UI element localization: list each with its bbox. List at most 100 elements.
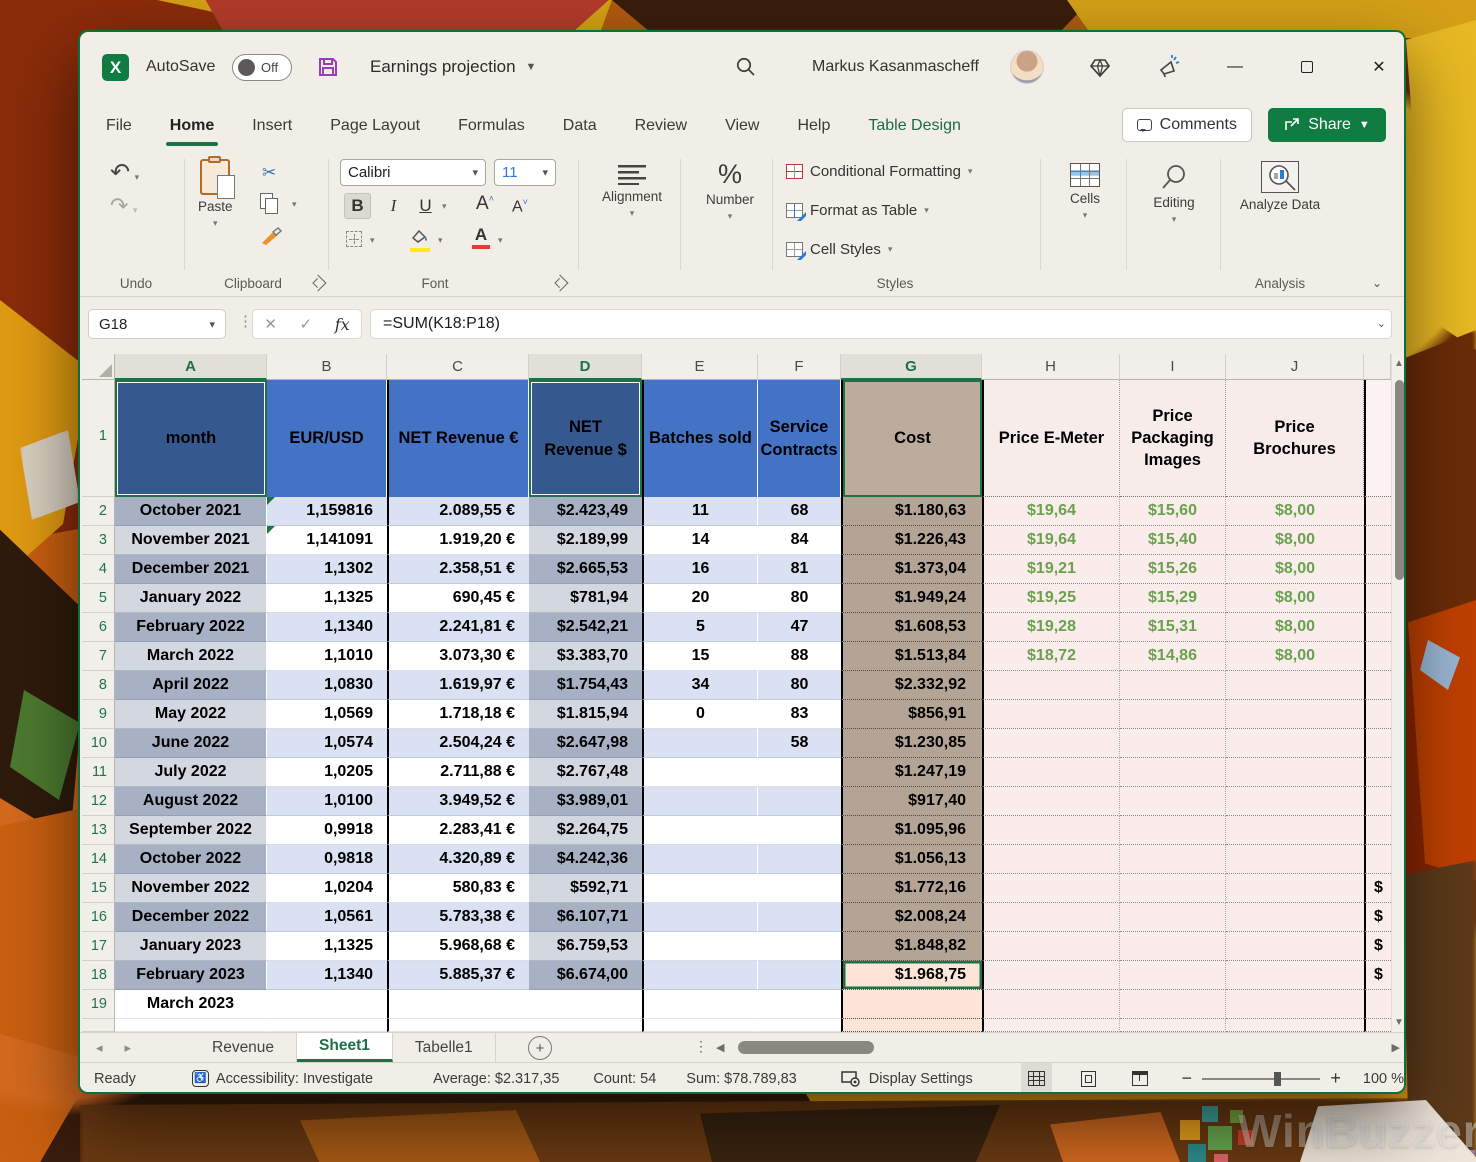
column-header-K-partial[interactable] [1364,354,1391,380]
whats-new-megaphone-icon[interactable] [1156,54,1182,80]
cell-I9[interactable] [1120,700,1226,729]
cell-H18[interactable] [982,961,1120,990]
page-layout-view-button[interactable] [1072,1063,1104,1095]
cell-J19[interactable] [1226,990,1364,1019]
editing-group-button[interactable]: Editing ▾ [1136,163,1212,225]
font-size-combo[interactable]: 11▾ [494,159,556,186]
cell-D6[interactable]: $2.542,21 [529,613,642,642]
cell-F14[interactable] [758,845,841,874]
formula-bar-expand-chevron[interactable]: ⌄ [1377,317,1386,330]
share-button[interactable]: Share ▼ [1268,108,1386,142]
cell-C11[interactable]: 2.711,88 € [387,758,529,787]
cell-H4[interactable]: $19,21 [982,555,1120,584]
cell-H8[interactable] [982,671,1120,700]
cell-F16[interactable] [758,903,841,932]
cell-I18[interactable] [1120,961,1226,990]
vertical-scrollbar[interactable]: ▲ ▼ [1391,354,1406,1032]
cell-B4[interactable]: 1,1302 [267,555,387,584]
table-header-price-e-meter[interactable]: Price E-Meter [982,380,1120,497]
vertical-scrollbar-thumb[interactable] [1395,380,1404,580]
cell-A5[interactable]: January 2022 [115,584,267,613]
cell-H14[interactable] [982,845,1120,874]
cell-G4[interactable]: $1.373,04 [841,555,982,584]
underline-button[interactable]: U [412,193,439,219]
cell-B18[interactable]: 1,1340 [267,961,387,990]
ribbon-collapse-chevron[interactable]: ⌄ [1372,276,1382,290]
cell-A12[interactable]: August 2022 [115,787,267,816]
cell-B14[interactable]: 0,9818 [267,845,387,874]
cell-B15[interactable]: 1,0204 [267,874,387,903]
column-header-F[interactable]: F [758,354,841,380]
cell-G15[interactable]: $1.772,16 [841,874,982,903]
cell-B16[interactable]: 1,0561 [267,903,387,932]
cell-J8[interactable] [1226,671,1364,700]
cell-I13[interactable] [1120,816,1226,845]
cell-K19[interactable] [1364,990,1391,1019]
tab-page-layout[interactable]: Page Layout [328,113,422,139]
status-sum[interactable]: Sum: $78.789,83 [686,1071,796,1087]
sheet-nav-left-icon[interactable]: ◂ [96,1040,103,1056]
close-button[interactable]: ✕ [1362,50,1396,84]
cell-row20-partial-10[interactable] [1364,1019,1391,1032]
cell-H7[interactable]: $18,72 [982,642,1120,671]
cell-E16[interactable] [642,903,758,932]
cell-A7[interactable]: March 2022 [115,642,267,671]
document-title[interactable]: Earnings projection▼ [370,57,536,77]
tab-help[interactable]: Help [795,113,832,139]
cell-C16[interactable]: 5.783,38 € [387,903,529,932]
cell-styles-button[interactable]: Cell Styles▾ [786,241,892,258]
enter-formula-icon[interactable]: ✓ [300,315,313,333]
status-count[interactable]: Count: 54 [593,1071,656,1087]
cell-G13[interactable]: $1.095,96 [841,816,982,845]
copy-button[interactable] [260,193,273,209]
cell-I8[interactable] [1120,671,1226,700]
cell-G12[interactable]: $917,40 [841,787,982,816]
row-header-17[interactable]: 17 [82,932,115,961]
cell-J14[interactable] [1226,845,1364,874]
cell-A13[interactable]: September 2022 [115,816,267,845]
tab-home[interactable]: Home [168,113,216,139]
cell-J10[interactable] [1226,729,1364,758]
increase-font-button[interactable]: A˄ [476,193,494,215]
cell-G6[interactable]: $1.608,53 [841,613,982,642]
cell-E5[interactable]: 20 [642,584,758,613]
cell-G5[interactable]: $1.949,24 [841,584,982,613]
cell-K5[interactable] [1364,584,1391,613]
scroll-left-icon[interactable]: ◀ [716,1041,724,1054]
table-header-k-partial[interactable] [1364,380,1391,497]
cell-D3[interactable]: $2.189,99 [529,526,642,555]
sheet-tab-revenue[interactable]: Revenue [190,1033,297,1062]
cell-B5[interactable]: 1,1325 [267,584,387,613]
tab-insert[interactable]: Insert [250,113,294,139]
cell-K9[interactable] [1364,700,1391,729]
row-header-20-partial[interactable] [82,1019,115,1032]
cell-F12[interactable] [758,787,841,816]
cell-B7[interactable]: 1,1010 [267,642,387,671]
cell-A4[interactable]: December 2021 [115,555,267,584]
cell-D18[interactable]: $6.674,00 [529,961,642,990]
cell-B12[interactable]: 1,0100 [267,787,387,816]
italic-button[interactable]: I [380,193,407,219]
row-header-1[interactable]: 1 [82,380,115,497]
table-header-eur-usd[interactable]: EUR/USD [267,380,387,497]
row-header-11[interactable]: 11 [82,758,115,787]
cell-J16[interactable] [1226,903,1364,932]
cell-D16[interactable]: $6.107,71 [529,903,642,932]
cell-A11[interactable]: July 2022 [115,758,267,787]
cell-F13[interactable] [758,816,841,845]
cell-K12[interactable] [1364,787,1391,816]
cell-F6[interactable]: 47 [758,613,841,642]
cell-D7[interactable]: $3.383,70 [529,642,642,671]
cell-C6[interactable]: 2.241,81 € [387,613,529,642]
row-header-7[interactable]: 7 [82,642,115,671]
accessibility-status[interactable]: ♿ Accessibility: Investigate [192,1070,373,1087]
cell-C19[interactable] [387,990,529,1019]
cell-K4[interactable] [1364,555,1391,584]
cell-K15[interactable]: $ [1364,874,1391,903]
scroll-down-icon[interactable]: ▼ [1392,1017,1406,1028]
cell-row20-partial-2[interactable] [387,1019,529,1032]
cell-E6[interactable]: 5 [642,613,758,642]
cell-C17[interactable]: 5.968,68 € [387,932,529,961]
cell-row20-partial-1[interactable] [267,1019,387,1032]
cell-I4[interactable]: $15,26 [1120,555,1226,584]
